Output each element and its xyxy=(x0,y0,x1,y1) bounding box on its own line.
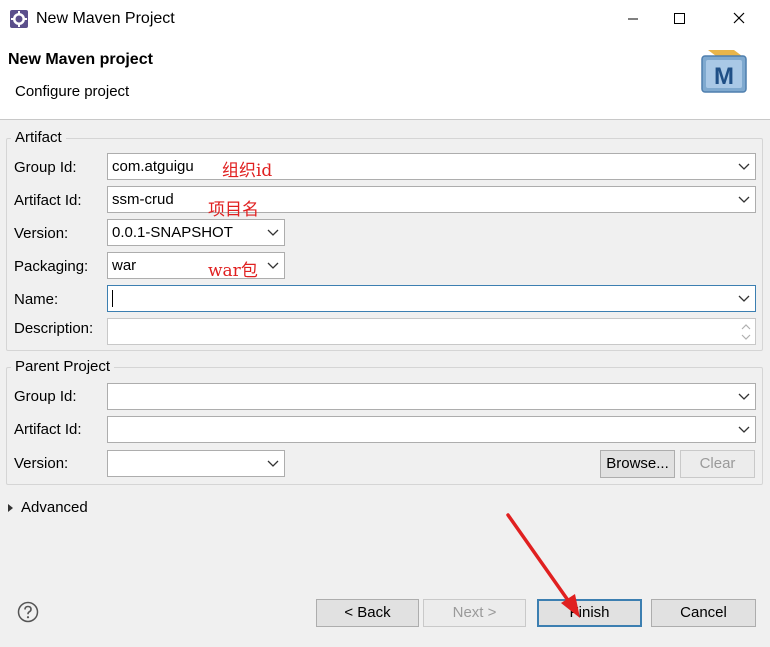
finish-button[interactable]: Finish xyxy=(537,599,642,627)
version-label: Version: xyxy=(14,225,69,242)
eclipse-app-icon xyxy=(10,10,28,28)
group-id-combo[interactable]: com.atguigu xyxy=(107,153,756,180)
version-value: 0.0.1-SNAPSHOT xyxy=(112,224,233,241)
wizard-header: New Maven project Configure project M xyxy=(0,38,770,120)
group-id-label: Group Id: xyxy=(14,159,77,176)
close-icon[interactable] xyxy=(716,0,762,38)
browse-button[interactable]: Browse... xyxy=(600,450,675,478)
minimize-icon[interactable] xyxy=(610,0,656,38)
description-field[interactable] xyxy=(107,318,756,345)
cancel-button[interactable]: Cancel xyxy=(651,599,756,627)
next-button[interactable]: Next > xyxy=(423,599,526,627)
version-combo[interactable]: 0.0.1-SNAPSHOT xyxy=(107,219,285,246)
parent-artifact-id-label: Artifact Id: xyxy=(14,421,82,438)
chevron-down-icon[interactable] xyxy=(267,228,279,238)
title-bar: New Maven Project xyxy=(0,0,770,38)
help-icon[interactable] xyxy=(17,601,39,623)
maven-logo-icon: M xyxy=(701,50,747,93)
page-title: New Maven project xyxy=(8,51,153,68)
artifact-group-title: Artifact xyxy=(11,129,66,146)
parent-group-id-label: Group Id: xyxy=(14,388,77,405)
packaging-label: Packaging: xyxy=(14,258,89,275)
text-caret xyxy=(112,290,113,307)
maximize-icon[interactable] xyxy=(656,0,702,38)
chevron-down-icon[interactable] xyxy=(267,261,279,271)
scroll-spinner-icon[interactable] xyxy=(740,321,752,343)
chevron-down-icon[interactable] xyxy=(738,162,750,172)
page-subtitle: Configure project xyxy=(15,83,130,100)
chevron-down-icon[interactable] xyxy=(738,294,750,304)
chevron-down-icon[interactable] xyxy=(267,459,279,469)
parent-group-id-combo[interactable] xyxy=(107,383,756,410)
packaging-annotation: war包 xyxy=(208,261,258,281)
clear-button[interactable]: Clear xyxy=(680,450,755,478)
artifact-id-value: ssm-crud xyxy=(112,191,174,208)
parent-version-label: Version: xyxy=(14,455,69,472)
chevron-down-icon[interactable] xyxy=(738,195,750,205)
packaging-value: war xyxy=(112,257,137,274)
artifact-id-label: Artifact Id: xyxy=(14,192,82,209)
expand-triangle-icon xyxy=(8,504,13,513)
description-label: Description: xyxy=(14,320,94,337)
chevron-down-icon[interactable] xyxy=(738,392,750,402)
parent-project-group-title: Parent Project xyxy=(11,358,115,375)
group-id-annotation: 组织id xyxy=(222,161,273,181)
back-button[interactable]: < Back xyxy=(316,599,419,627)
packaging-combo[interactable]: war xyxy=(107,252,285,279)
advanced-label: Advanced xyxy=(21,499,88,516)
maven-logo-letter: M xyxy=(714,63,734,90)
group-id-value: com.atguigu xyxy=(112,158,194,175)
chevron-down-icon[interactable] xyxy=(738,425,750,435)
parent-artifact-id-combo[interactable] xyxy=(107,416,756,443)
name-label: Name: xyxy=(14,291,59,308)
advanced-toggle[interactable]: Advanced xyxy=(8,499,88,516)
artifact-id-annotation: 项目名 xyxy=(208,200,259,220)
parent-version-combo[interactable] xyxy=(107,450,285,477)
artifact-id-combo[interactable]: ssm-crud xyxy=(107,186,756,213)
window-title: New Maven Project xyxy=(36,10,175,27)
name-combo[interactable] xyxy=(107,285,756,312)
